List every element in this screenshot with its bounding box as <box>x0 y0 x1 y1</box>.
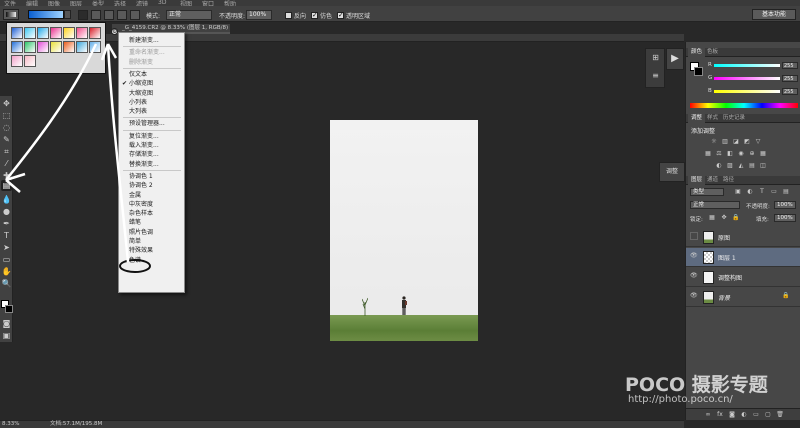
channel-mixer-icon[interactable]: ⊕ <box>748 150 756 157</box>
g-slider[interactable] <box>714 77 780 80</box>
b-value[interactable]: 255 <box>782 88 798 95</box>
eye-icon[interactable]: 👁 <box>690 272 698 280</box>
layer-opacity-field[interactable]: 100% <box>774 201 796 209</box>
g-label: G <box>708 75 713 81</box>
watermark-logo: POCO 摄影专题 <box>625 374 768 396</box>
b-slider[interactable] <box>714 90 780 93</box>
curves-icon[interactable]: ◪ <box>732 138 740 145</box>
fill-label: 填充: <box>756 217 769 223</box>
selective-color-icon[interactable]: ◫ <box>759 162 767 169</box>
hue-saturation-icon[interactable]: ▦ <box>704 150 712 157</box>
tab-adjustments[interactable]: 调整 <box>688 114 706 123</box>
lock-pixels-icon[interactable]: ▦ <box>708 214 716 221</box>
lock-label: 锁定: <box>690 217 703 223</box>
color-panel-tabs: 颜色 色板 <box>686 48 800 57</box>
filter-type-icon[interactable]: T <box>758 188 766 195</box>
layer-row-adjust-crop[interactable]: 👁 调整构图 <box>686 268 800 287</box>
fx-icon[interactable]: fx <box>716 411 724 418</box>
new-layer-icon[interactable]: ▢ <box>764 411 772 418</box>
layer-row-original[interactable]: 原图 <box>686 228 800 247</box>
layer-thumbnail <box>703 271 714 284</box>
actions-icon[interactable]: ≡ <box>650 71 661 82</box>
watermark-url: http://photo.poco.cn/ <box>628 394 733 405</box>
filter-smart-icon[interactable]: ▤ <box>782 188 790 195</box>
layer-thumbnail <box>703 251 714 264</box>
filter-pixel-icon[interactable]: ▣ <box>734 188 742 195</box>
exposure-icon[interactable]: ◩ <box>743 138 751 145</box>
link-icon[interactable]: ∞ <box>704 411 712 418</box>
lock-position-icon[interactable]: ✥ <box>720 214 728 221</box>
layer-name: 背景 <box>718 295 731 302</box>
blend-mode-select[interactable]: 正常 <box>690 201 740 209</box>
tab-history[interactable]: 历史记录 <box>720 114 748 123</box>
side-panel-tab[interactable]: 调整 <box>659 162 685 182</box>
layer-thumbnail <box>703 231 714 244</box>
tab-styles[interactable]: 样式 <box>704 114 721 123</box>
tab-layers[interactable]: 图层 <box>688 176 706 185</box>
mini-dock: ⊞ ≡ <box>645 48 665 88</box>
r-label: R <box>708 62 712 68</box>
fill-field[interactable]: 100% <box>774 214 796 222</box>
layer-row-layer1[interactable]: 👁 图层 1 <box>686 248 800 267</box>
tab-channels[interactable]: 通道 <box>704 176 721 185</box>
levels-icon[interactable]: ▥ <box>721 138 729 145</box>
layer-opacity-label: 不透明度: <box>746 204 770 210</box>
lock-all-icon[interactable]: 🔒 <box>732 214 740 221</box>
adjust-panel-tabs: 调整 样式 历史记录 <box>686 114 800 123</box>
trash-icon[interactable]: 🗑 <box>776 411 784 418</box>
posterize-icon[interactable]: ▨ <box>726 162 734 169</box>
black-white-icon[interactable]: ◧ <box>726 150 734 157</box>
g-value[interactable]: 255 <box>782 75 798 82</box>
layer-row-background[interactable]: 👁 背景 🔒 <box>686 288 800 307</box>
panel-background-swatch[interactable] <box>694 67 703 76</box>
photo-filter-icon[interactable]: ◉ <box>737 150 745 157</box>
color-balance-icon[interactable]: ⚖ <box>715 150 723 157</box>
right-panels: 颜色 色板 R 255 G 255 B 255 调整 样式 历史记录 添加调整 … <box>685 42 800 420</box>
threshold-icon[interactable]: ◭ <box>737 162 745 169</box>
visibility-toggle[interactable] <box>690 232 698 240</box>
layer-thumbnail <box>703 291 714 304</box>
filter-adjust-icon[interactable]: ◐ <box>746 188 754 195</box>
vibrance-icon[interactable]: ▽ <box>754 138 762 145</box>
zoom-level[interactable]: 8.33% <box>2 421 19 428</box>
filter-shape-icon[interactable]: ▭ <box>770 188 778 195</box>
gradient-map-icon[interactable]: ▤ <box>748 162 756 169</box>
b-label: B <box>708 88 712 94</box>
doc-size: 文档:57.1M/195.8M <box>50 421 103 427</box>
layers-footer: ∞ fx ◙ ◐ ▭ ▢ 🗑 <box>686 408 800 420</box>
tab-swatches[interactable]: 色板 <box>704 48 721 57</box>
brightness-icon[interactable]: ☼ <box>710 138 718 145</box>
mask-icon[interactable]: ◙ <box>728 411 736 418</box>
layer-name: 图层 1 <box>718 255 736 262</box>
layer-name: 原图 <box>718 235 731 242</box>
layer-filter-select[interactable]: 类型 <box>690 188 724 196</box>
eye-icon[interactable]: 👁 <box>690 292 698 300</box>
history-icon[interactable]: ⊞ <box>650 53 661 64</box>
color-spectrum[interactable] <box>690 103 798 108</box>
play-icon[interactable]: ▶ <box>666 48 684 70</box>
adjust-panel-title: 添加调整 <box>691 128 716 135</box>
layer-name: 调整构图 <box>718 275 743 282</box>
lock-icon: 🔒 <box>782 292 790 299</box>
invert-icon[interactable]: ◐ <box>715 162 723 169</box>
tab-paths[interactable]: 路径 <box>720 176 737 185</box>
tab-color[interactable]: 颜色 <box>688 48 706 57</box>
layers-panel-tabs: 图层 通道 路径 <box>686 176 800 185</box>
color-lookup-icon[interactable]: ▦ <box>759 150 767 157</box>
r-value[interactable]: 255 <box>782 62 798 69</box>
adjustment-layer-icon[interactable]: ◐ <box>740 411 748 418</box>
status-bar: 8.33% 文档:57.1M/195.8M <box>0 420 684 428</box>
eye-icon[interactable]: 👁 <box>690 252 698 260</box>
r-slider[interactable] <box>714 64 780 67</box>
folder-icon[interactable]: ▭ <box>752 411 760 418</box>
